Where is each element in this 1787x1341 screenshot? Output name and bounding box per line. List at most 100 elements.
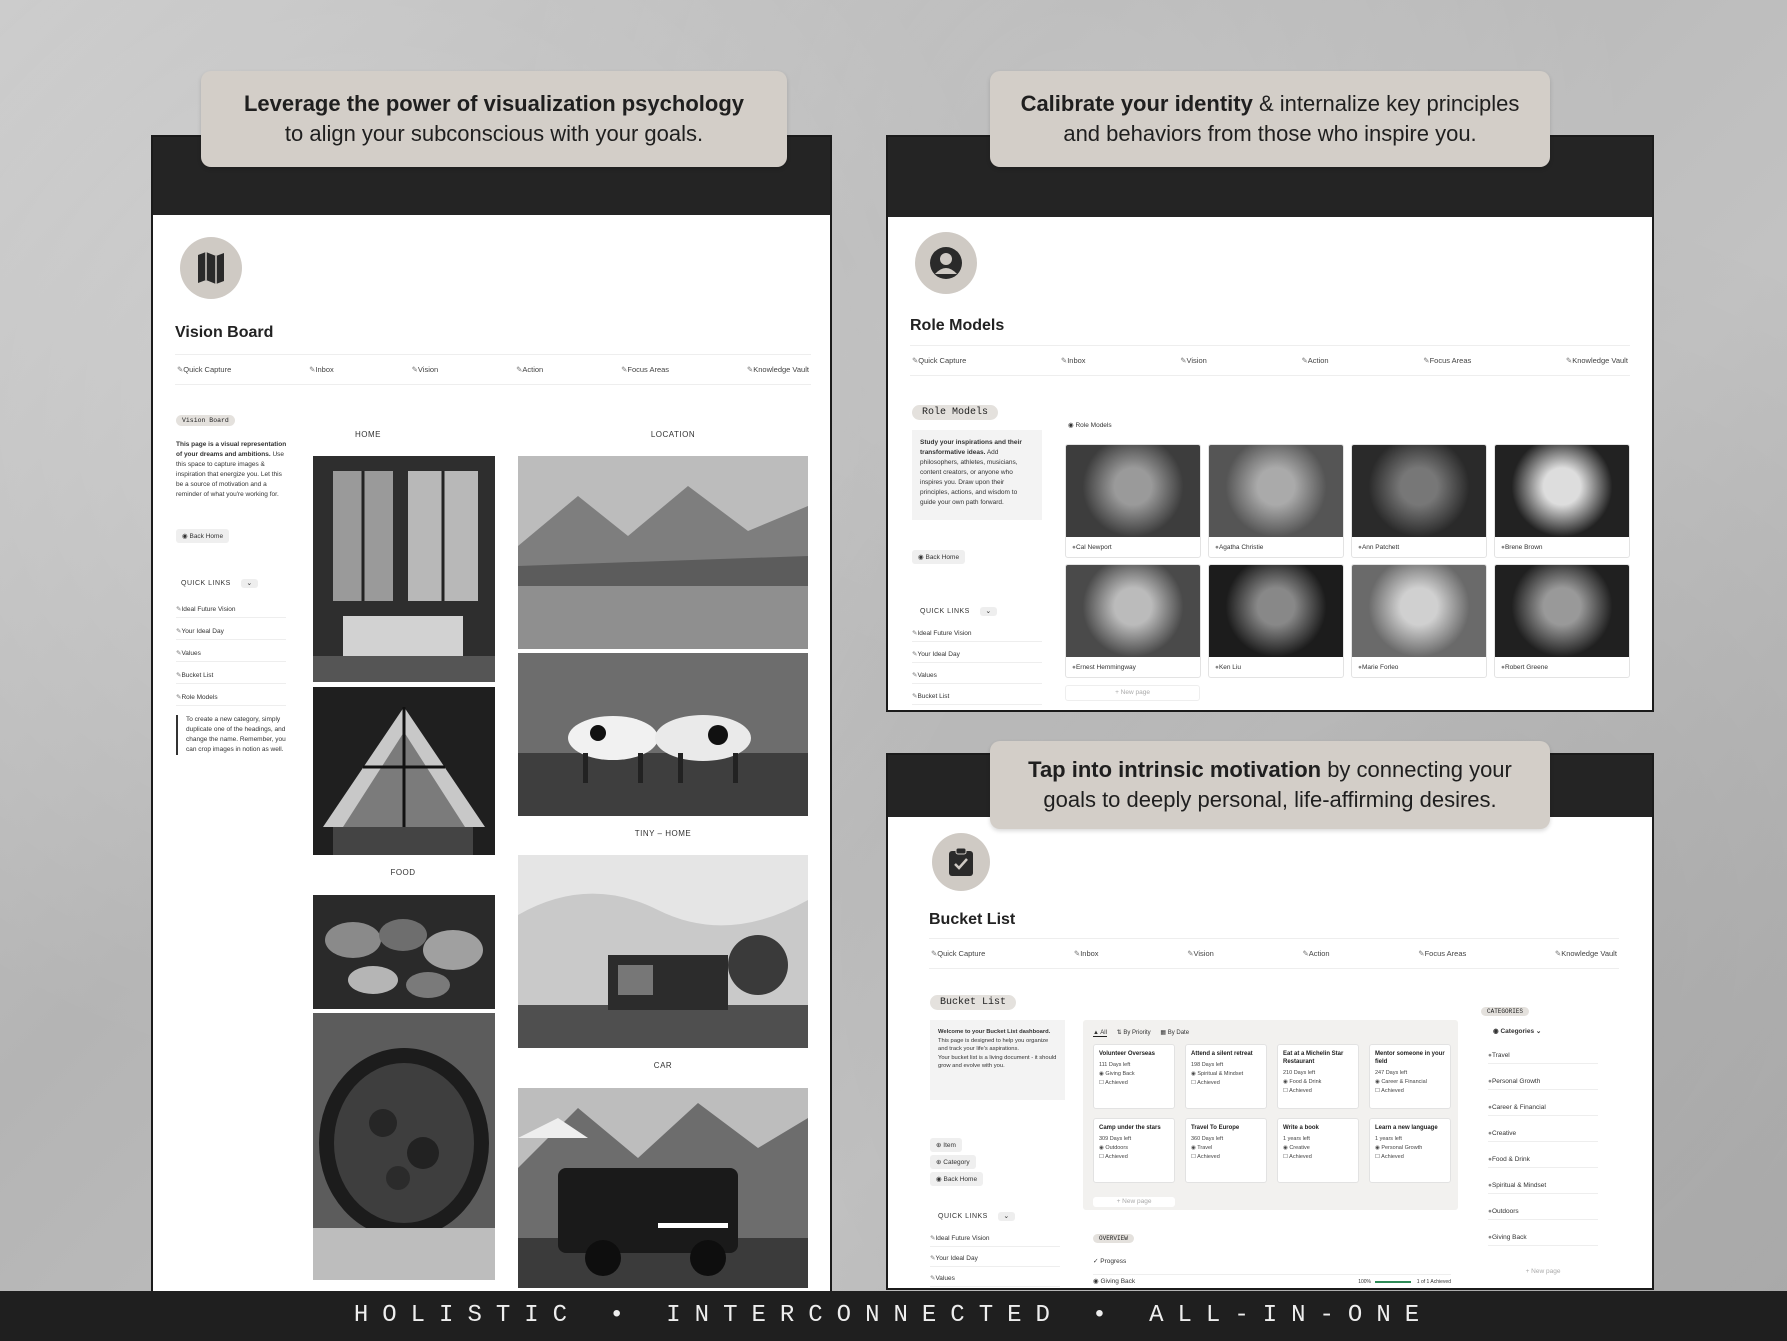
page-title: Vision Board [175, 324, 274, 341]
nav-inbox[interactable]: Inbox [1061, 356, 1085, 365]
location-photo-2 [518, 653, 808, 816]
role-model-card[interactable]: Cal Newport [1065, 444, 1201, 558]
quick-links-heading[interactable]: QUICK LINKS ⌄ [938, 1212, 1015, 1221]
nav-vision[interactable]: Vision [1180, 356, 1207, 365]
nav-vision[interactable]: Vision [412, 365, 438, 374]
role-model-card[interactable]: Agatha Christie [1208, 444, 1344, 558]
role-model-card[interactable]: Marie Forleo [1351, 564, 1487, 678]
tab-by-priority[interactable]: ⇅ By Priority [1117, 1030, 1151, 1036]
nav-focus-areas[interactable]: Focus Areas [1423, 356, 1472, 365]
back-home-button[interactable]: ◉ Back Home [176, 529, 230, 543]
nav-vision[interactable]: Vision [1187, 949, 1214, 958]
achieved-checkbox[interactable]: ☐ Achieved [1283, 1154, 1353, 1160]
item-title: Eat at a Michelin Star Restaurant [1283, 1051, 1344, 1065]
nav-action[interactable]: Action [516, 365, 543, 374]
giving-back-row: ◉ Giving Back 100% 1 of 1 Achieved [1093, 1274, 1451, 1287]
progress-bar [1375, 1281, 1411, 1283]
category-item[interactable]: Travel [1488, 1052, 1598, 1064]
achieved-checkbox[interactable]: ☐ Achieved [1375, 1088, 1445, 1094]
nav-inbox[interactable]: Inbox [309, 365, 333, 374]
link-ideal-future-vision[interactable]: Ideal Future Vision [912, 629, 1042, 642]
link-bucket-list[interactable]: Bucket List [912, 692, 1042, 705]
nav-knowledge-vault[interactable]: Knowledge Vault [1555, 949, 1617, 958]
link-role-models[interactable]: Role Models [176, 693, 286, 706]
bucket-item-card[interactable]: Write a book 1 years left ◉ Creative ☐ Achi… [1277, 1118, 1359, 1183]
item-category: ◉ Career & Financial [1375, 1079, 1427, 1085]
category-item[interactable]: Spiritual & Mindset [1488, 1182, 1598, 1194]
link-ideal-future-vision[interactable]: Ideal Future Vision [930, 1234, 1060, 1247]
nav-inbox[interactable]: Inbox [1074, 949, 1098, 958]
bucket-item-card[interactable]: Volunteer Overseas 111 Days left ◉ Giving … [1093, 1044, 1175, 1109]
achieved-checkbox[interactable]: ☐ Achieved [1375, 1154, 1445, 1160]
bucket-item-card[interactable]: Learn a new language 1 years left ◉ Person… [1369, 1118, 1451, 1183]
back-home-button[interactable]: ◉ Back Home [912, 550, 966, 564]
link-ideal-day[interactable]: Your Ideal Day [176, 627, 286, 640]
days-left: 360 Days left [1191, 1136, 1224, 1142]
portrait-photo [1066, 445, 1200, 537]
nav-focus-areas[interactable]: Focus Areas [621, 365, 669, 374]
category-item[interactable]: Personal Growth [1488, 1078, 1598, 1090]
categories-tag: CATEGORIES [1481, 1007, 1530, 1016]
role-model-card[interactable]: Ken Liu [1208, 564, 1344, 678]
portrait-photo [1352, 565, 1486, 657]
new-item-button[interactable]: ⊕ Item [930, 1138, 962, 1152]
category-item[interactable]: Creative [1488, 1130, 1598, 1142]
back-home-button[interactable]: ◉ Back Home [930, 1172, 984, 1186]
bucket-item-card[interactable]: Mentor someone in your field 247 Days lef… [1369, 1044, 1451, 1109]
portrait-photo [1495, 565, 1629, 657]
quick-links-heading[interactable]: QUICK LINKS ⌄ [181, 579, 258, 588]
nav-knowledge-vault[interactable]: Knowledge Vault [747, 365, 809, 374]
new-category-page[interactable]: + New page [1488, 1267, 1598, 1277]
bucket-item-card[interactable]: Travel To Europe 360 Days left ◉ Travel ☐ A… [1185, 1118, 1267, 1183]
nav-action[interactable]: Action [1301, 356, 1329, 365]
page-title: Role Models [910, 317, 1005, 334]
item-title: Write a book [1283, 1125, 1319, 1131]
role-model-card[interactable]: Robert Greene [1494, 564, 1630, 678]
tab-by-date[interactable]: ▦ By Date [1160, 1030, 1189, 1036]
new-page-button[interactable]: + New page [1093, 1197, 1175, 1207]
role-model-card[interactable]: Ann Patchett [1351, 444, 1487, 558]
new-page-button[interactable]: + New page [1065, 685, 1200, 701]
clipboard-check-icon [932, 833, 990, 891]
bucket-item-card[interactable]: Attend a silent retreat 198 Days left ◉ Sp… [1185, 1044, 1267, 1109]
role-model-card[interactable]: Brene Brown [1494, 444, 1630, 558]
nav-knowledge-vault[interactable]: Knowledge Vault [1566, 356, 1628, 365]
page-title: Bucket List [929, 911, 1016, 928]
bucket-item-card[interactable]: Eat at a Michelin Star Restaurant 210 Day… [1277, 1044, 1359, 1109]
new-category-button[interactable]: ⊕ Category [930, 1155, 976, 1169]
link-values[interactable]: Values [176, 649, 286, 662]
achieved-checkbox[interactable]: ☐ Achieved [1191, 1154, 1261, 1160]
link-bucket-list[interactable]: Bucket List [176, 671, 286, 684]
achieved-checkbox[interactable]: ☐ Achieved [1099, 1080, 1169, 1086]
category-item[interactable]: Food & Drink [1488, 1156, 1598, 1168]
category-item[interactable]: Giving Back [1488, 1234, 1598, 1246]
nav-quick-capture[interactable]: Quick Capture [931, 949, 985, 958]
item-title: Attend a silent retreat [1191, 1051, 1253, 1057]
link-ideal-future-vision[interactable]: Ideal Future Vision [176, 605, 286, 618]
role-model-name: Ken Liu [1215, 664, 1241, 671]
role-model-card[interactable]: Ernest Hemmingway [1065, 564, 1201, 678]
heading-food: FOOD [390, 868, 416, 877]
car-photo [518, 1088, 808, 1288]
link-ideal-day[interactable]: Your Ideal Day [912, 650, 1042, 663]
nav-quick-capture[interactable]: Quick Capture [912, 356, 966, 365]
role-model-name: Marie Forleo [1358, 664, 1398, 671]
link-values[interactable]: Values [930, 1274, 1060, 1287]
tab-all[interactable]: ▲ All [1093, 1030, 1107, 1037]
heading-location: LOCATION [650, 430, 696, 439]
achieved-checkbox[interactable]: ☐ Achieved [1191, 1080, 1261, 1086]
achieved-checkbox[interactable]: ☐ Achieved [1283, 1088, 1353, 1094]
category-item[interactable]: Outdoors [1488, 1208, 1598, 1220]
person-icon [915, 232, 977, 294]
link-ideal-day[interactable]: Your Ideal Day [930, 1254, 1060, 1267]
category-item[interactable]: Career & Financial [1488, 1104, 1598, 1116]
nav-focus-areas[interactable]: Focus Areas [1418, 949, 1467, 958]
nav-quick-capture[interactable]: Quick Capture [177, 365, 231, 374]
nav-action[interactable]: Action [1302, 949, 1330, 958]
bucket-item-card[interactable]: Camp under the stars 309 Days left ◉ Outdo… [1093, 1118, 1175, 1183]
link-values[interactable]: Values [912, 671, 1042, 684]
achieved-checkbox[interactable]: ☐ Achieved [1099, 1154, 1169, 1160]
days-left: 198 Days left [1191, 1062, 1224, 1068]
quick-links-heading[interactable]: QUICK LINKS ⌄ [920, 607, 997, 616]
item-title: Volunteer Overseas [1099, 1051, 1155, 1057]
